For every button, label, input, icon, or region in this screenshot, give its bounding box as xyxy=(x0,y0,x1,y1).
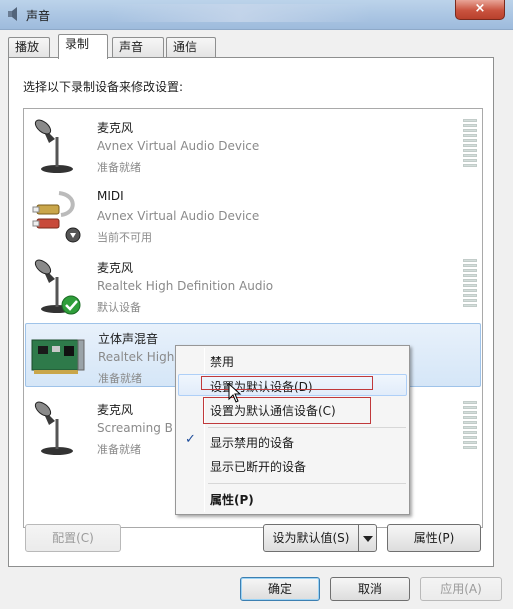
device-name: 麦克风 xyxy=(97,261,134,275)
menu-item-disable[interactable]: 禁用 xyxy=(210,353,234,370)
audio-cable-icon xyxy=(32,191,81,243)
device-item-midi[interactable]: MIDI Avnex Virtual Audio Device 当前不可用 xyxy=(25,183,481,247)
device-name: 麦克风 xyxy=(97,121,134,135)
device-description: Realtek High xyxy=(98,350,175,364)
cancel-button[interactable]: 取消 xyxy=(330,577,410,601)
menu-separator xyxy=(208,483,406,484)
device-description: Avnex Virtual Audio Device xyxy=(97,139,260,153)
microphone-icon xyxy=(34,401,73,455)
level-meter xyxy=(463,259,477,311)
title-bar: 声音 × xyxy=(0,0,513,30)
tab-playback[interactable]: 播放 xyxy=(8,37,50,58)
menu-item-show-disabled[interactable]: 显示禁用的设备 xyxy=(210,434,294,451)
device-description: Screaming B xyxy=(97,421,173,435)
set-default-label: 设为默认值(S) xyxy=(272,531,350,545)
device-status: 准备就绪 xyxy=(97,443,141,456)
configure-button[interactable]: 配置(C) xyxy=(25,524,121,552)
title-bar-glass xyxy=(110,4,370,22)
level-meter xyxy=(463,401,477,453)
tab-sounds[interactable]: 声音 xyxy=(112,37,164,58)
device-status: 准备就绪 xyxy=(98,372,142,385)
device-name: 麦克风 xyxy=(97,403,134,417)
menu-gutter xyxy=(204,348,205,512)
microphone-icon xyxy=(34,119,73,173)
annotation-box-set-default xyxy=(201,376,373,390)
checkmark-icon: ✓ xyxy=(185,432,196,447)
context-menu: 禁用 设置为默认设备(D) 设置为默认通信设备(C) ✓ 显示禁用的设备 显示已… xyxy=(175,345,410,515)
mouse-cursor-icon xyxy=(228,383,242,403)
menu-separator xyxy=(208,427,406,428)
tab-communications[interactable]: 通信 xyxy=(166,37,216,58)
device-status: 准备就绪 xyxy=(97,161,141,174)
speaker-icon xyxy=(8,7,17,21)
device-status: 默认设备 xyxy=(97,301,141,314)
menu-item-show-disconnected[interactable]: 显示已断开的设备 xyxy=(210,458,306,475)
menu-item-properties[interactable]: 属性(P) xyxy=(210,491,254,508)
device-item-microphone-realtek[interactable]: 麦克风 Realtek High Definition Audio 默认设备 xyxy=(25,253,481,317)
microphone-default-icon xyxy=(34,259,81,315)
device-name: MIDI xyxy=(97,189,124,203)
sound-card-icon xyxy=(31,339,85,374)
dropdown-arrow-icon[interactable] xyxy=(358,525,376,551)
device-description: Avnex Virtual Audio Device xyxy=(97,209,260,223)
set-default-split-button[interactable]: 设为默认值(S) xyxy=(263,524,377,552)
device-name: 立体声混音 xyxy=(98,332,159,346)
tab-recording[interactable]: 录制 xyxy=(58,34,108,59)
device-status: 当前不可用 xyxy=(97,231,152,244)
device-item-microphone-avnex[interactable]: 麦克风 Avnex Virtual Audio Device 准备就绪 xyxy=(25,113,481,177)
properties-button[interactable]: 属性(P) xyxy=(387,524,481,552)
level-meter xyxy=(463,119,477,171)
apply-button[interactable]: 应用(A) xyxy=(420,577,502,601)
window-title: 声音 xyxy=(26,9,51,23)
instruction-text: 选择以下录制设备来修改设置: xyxy=(23,80,184,94)
close-button[interactable]: × xyxy=(455,0,505,20)
device-description: Realtek High Definition Audio xyxy=(97,279,274,293)
ok-button[interactable]: 确定 xyxy=(240,577,320,601)
